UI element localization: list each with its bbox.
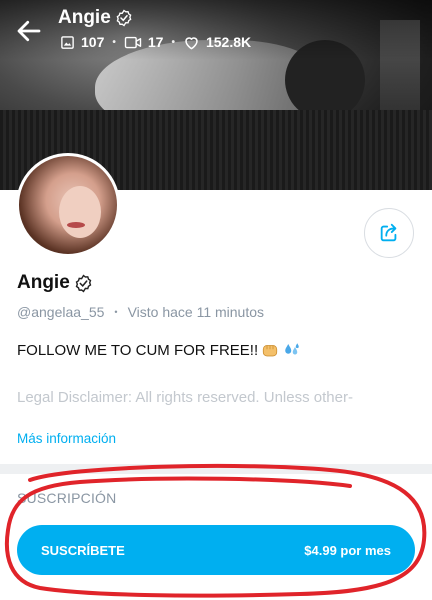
- last-seen: Visto hace 11 minutos: [127, 304, 265, 320]
- more-info-link[interactable]: Más información: [17, 431, 116, 446]
- profile-meta: @angelaa_55 • Visto hace 11 minutos: [17, 304, 264, 320]
- top-bar: Angie 107 • 17 • 152.8K: [0, 0, 432, 60]
- back-button[interactable]: [14, 16, 44, 46]
- video-icon: [124, 36, 142, 48]
- subscribe-price: $4.99 por mes: [304, 542, 391, 558]
- fist-emoji: [263, 345, 278, 357]
- verified-icon: [75, 274, 92, 292]
- section-divider: [0, 464, 432, 474]
- header-name: Angie: [58, 7, 111, 28]
- profile-stats: 107 • 17 • 152.8K: [60, 34, 251, 50]
- stat-likes-count: 152.8K: [205, 34, 252, 50]
- stat-likes[interactable]: 152.8K: [183, 34, 251, 50]
- heart-icon: [185, 36, 198, 49]
- stat-photos[interactable]: 107: [60, 34, 104, 50]
- bio-text: FOLLOW ME TO CUM FOR FREE!!: [17, 341, 259, 359]
- stat-videos[interactable]: 17: [124, 34, 164, 50]
- verified-icon: [116, 9, 132, 27]
- stat-separator: •: [112, 36, 116, 48]
- splash-emoji: [285, 343, 299, 355]
- share-button[interactable]: [364, 208, 414, 258]
- subscribe-button[interactable]: SUSCRÍBETE $4.99 por mes: [17, 525, 415, 575]
- back-arrow-icon: [17, 20, 41, 42]
- meta-separator: •: [114, 307, 118, 317]
- image-icon: [61, 35, 74, 49]
- profile-name: Angie: [17, 272, 93, 294]
- header-title: Angie: [58, 7, 133, 29]
- avatar[interactable]: [16, 153, 120, 257]
- profile-name-text: Angie: [17, 272, 70, 293]
- stat-photos-count: 107: [81, 34, 105, 50]
- share-icon: [380, 223, 397, 242]
- profile-handle: @angelaa_55: [17, 304, 105, 320]
- stat-separator: •: [171, 36, 175, 48]
- legal-disclaimer: Legal Disclaimer: All rights reserved. U…: [17, 389, 353, 406]
- subscribe-label: SUSCRÍBETE: [41, 542, 125, 558]
- profile-bio: FOLLOW ME TO CUM FOR FREE!!: [17, 341, 302, 359]
- stat-videos-count: 17: [147, 34, 164, 50]
- subscription-heading: SUSCRIPCIÓN: [17, 490, 117, 506]
